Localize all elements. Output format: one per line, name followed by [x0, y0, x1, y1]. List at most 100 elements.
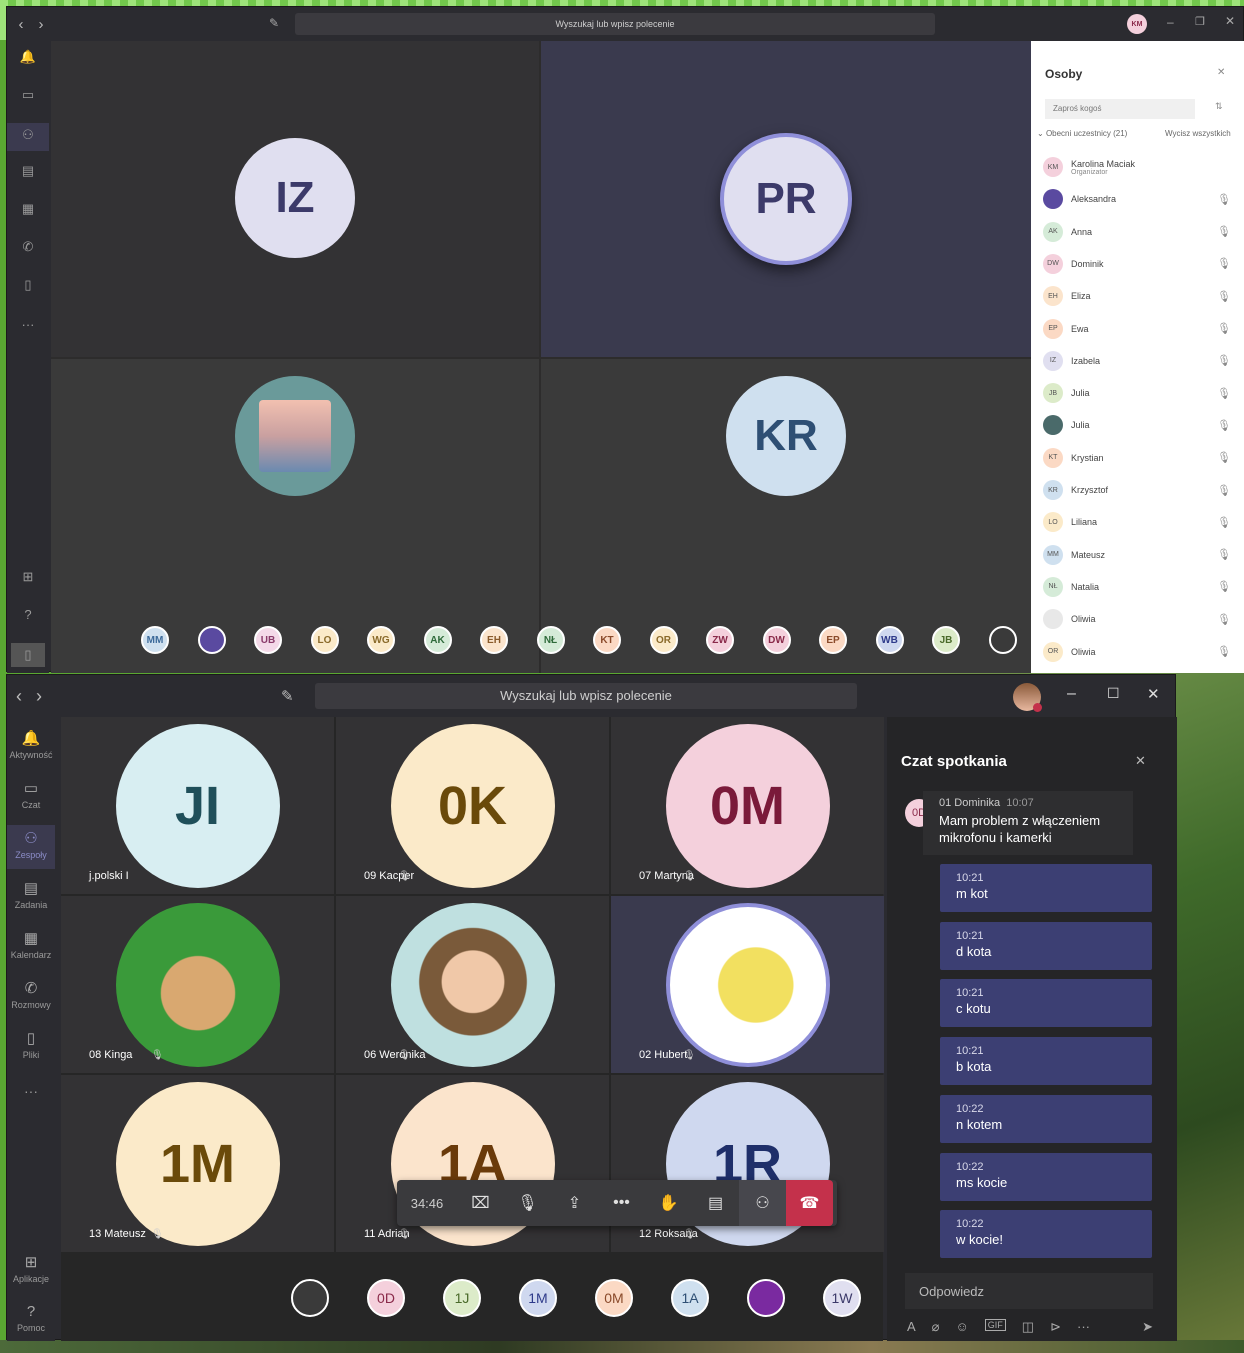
participant-tile-pr[interactable]: PR: [541, 41, 1031, 357]
participant-row[interactable]: NŁ Natalia 🎙: [1043, 573, 1231, 601]
help-icon[interactable]: ?: [7, 607, 49, 622]
rail-item-0[interactable]: 🔔 Aktywność: [7, 725, 55, 769]
close-icon[interactable]: ✕: [1225, 14, 1235, 28]
participant-tile[interactable]: 08 Kinga 🎙: [61, 896, 334, 1073]
strip-avatar[interactable]: 0M: [595, 1279, 633, 1317]
rail-item-5[interactable]: ✆ Rozmowy: [7, 975, 55, 1019]
rail-item-4[interactable]: ▦ Kalendarz: [7, 925, 55, 969]
participant-row[interactable]: Julia 🎙: [1043, 411, 1231, 439]
back-arrow-icon[interactable]: ‹: [9, 686, 29, 707]
muted-mic-icon[interactable]: 🎙: [1217, 613, 1231, 626]
strip-avatar[interactable]: [197, 626, 226, 654]
strip-avatar[interactable]: [291, 1279, 329, 1317]
assignments-icon[interactable]: ▤: [7, 163, 49, 179]
activity-icon[interactable]: 🔔: [7, 49, 49, 65]
sticker-icon[interactable]: ◫: [1022, 1319, 1034, 1337]
muted-mic-icon[interactable]: 🎙: [1217, 484, 1231, 497]
muted-mic-icon[interactable]: 🎙: [1217, 548, 1231, 561]
hang-up-button[interactable]: ☎: [786, 1180, 833, 1226]
participant-tile[interactable]: 0K 09 Kacper 🎙: [336, 717, 609, 894]
participant-row[interactable]: IZ Izabela 🎙: [1043, 347, 1231, 375]
maximize-icon[interactable]: ☐: [1107, 685, 1120, 702]
rail-item-8[interactable]: ? Pomoc: [7, 1299, 55, 1343]
participant-row[interactable]: DW Dominik 🎙: [1043, 250, 1231, 278]
strip-avatar[interactable]: EH: [480, 626, 508, 654]
participants-section-header[interactable]: ⌄ Obecni uczestnicy (21): [1037, 129, 1127, 138]
participant-tile[interactable]: JI j.polski I: [61, 717, 334, 894]
participant-row[interactable]: EH Eliza 🎙: [1043, 282, 1231, 310]
more-icon[interactable]: ···: [7, 317, 49, 332]
device-icon[interactable]: ▯: [11, 643, 45, 667]
calendar-icon[interactable]: ▦: [7, 201, 49, 217]
muted-mic-icon[interactable]: 🎙: [1217, 322, 1231, 335]
close-icon[interactable]: ✕: [1147, 685, 1160, 703]
format-icon[interactable]: A: [907, 1319, 916, 1337]
chat-toggle-icon[interactable]: ▤: [692, 1180, 739, 1226]
share-screen-icon[interactable]: ⇪: [551, 1180, 598, 1226]
muted-mic-icon[interactable]: 🎙: [1217, 419, 1231, 432]
praise-icon[interactable]: ⊳: [1050, 1319, 1061, 1337]
strip-avatar[interactable]: NŁ: [536, 626, 565, 654]
participant-row[interactable]: AK Anna 🎙: [1043, 218, 1231, 246]
muted-mic-icon[interactable]: 🎙: [1217, 193, 1231, 206]
camera-off-icon[interactable]: ⌧: [457, 1180, 504, 1226]
invite-input[interactable]: Zaproś kogoś: [1045, 99, 1195, 119]
muted-mic-icon[interactable]: 🎙: [1217, 516, 1231, 529]
participant-row[interactable]: JB Julia 🎙: [1043, 379, 1231, 407]
strip-avatar[interactable]: WG: [367, 626, 395, 654]
participant-tile-kr[interactable]: KR: [541, 359, 1031, 673]
back-arrow-icon[interactable]: ‹: [11, 16, 31, 33]
more-icon[interactable]: ···: [7, 1083, 55, 1099]
strip-avatar[interactable]: 1A: [671, 1279, 709, 1317]
minimize-icon[interactable]: –: [1167, 15, 1174, 29]
strip-avatar[interactable]: [988, 626, 1017, 654]
participant-row[interactable]: MM Mateusz 🎙: [1043, 541, 1231, 569]
participant-row[interactable]: EP Ewa 🎙: [1043, 315, 1231, 343]
strip-avatar[interactable]: LO: [310, 626, 339, 654]
raise-hand-icon[interactable]: ✋: [645, 1180, 692, 1226]
emoji-icon[interactable]: ☺: [956, 1319, 969, 1337]
strip-avatar[interactable]: OR: [649, 626, 678, 654]
participant-tile[interactable]: 02 Hubert 🎙: [611, 896, 884, 1073]
strip-avatar[interactable]: [747, 1279, 785, 1317]
files-icon[interactable]: ▯: [7, 277, 49, 293]
calls-icon[interactable]: ✆: [7, 239, 49, 255]
mute-all-button[interactable]: Wycisz wszystkich: [1165, 129, 1231, 138]
gif-icon[interactable]: GIF: [984, 1319, 1006, 1331]
muted-mic-icon[interactable]: 🎙: [1217, 257, 1231, 270]
strip-avatar[interactable]: JB: [932, 626, 960, 654]
participant-tile-image[interactable]: [51, 359, 539, 673]
participant-tile-iz[interactable]: IZ: [51, 41, 539, 357]
teams-icon[interactable]: ⚇: [7, 123, 49, 151]
apps-icon[interactable]: ⊞: [7, 569, 49, 585]
participant-row[interactable]: KT Krystian 🎙: [1043, 444, 1231, 472]
strip-avatar[interactable]: 1J: [443, 1279, 481, 1317]
strip-avatar[interactable]: KT: [593, 626, 621, 654]
muted-mic-icon[interactable]: 🎙: [1217, 387, 1231, 400]
search-input[interactable]: Wyszukaj lub wpisz polecenie: [295, 13, 935, 35]
rail-item-7[interactable]: ⊞ Aplikacje: [7, 1249, 55, 1293]
forward-arrow-icon[interactable]: ›: [29, 686, 49, 707]
strip-avatar[interactable]: 1W: [823, 1279, 861, 1317]
strip-avatar[interactable]: DW: [762, 626, 791, 654]
strip-avatar[interactable]: EP: [819, 626, 847, 654]
muted-mic-icon[interactable]: 🎙: [1217, 225, 1231, 238]
muted-mic-icon[interactable]: 🎙: [1217, 451, 1231, 464]
muted-mic-icon[interactable]: 🎙: [1217, 354, 1231, 367]
participant-row[interactable]: Oliwia 🎙: [1043, 605, 1231, 633]
strip-avatar[interactable]: ZW: [706, 626, 734, 654]
strip-avatar[interactable]: AK: [423, 626, 452, 654]
chat-close-icon[interactable]: ✕: [1135, 753, 1146, 769]
more-icon[interactable]: ···: [1077, 1319, 1090, 1337]
send-icon[interactable]: ➤: [1142, 1319, 1153, 1337]
chat-icon[interactable]: ▭: [7, 87, 49, 103]
strip-avatar[interactable]: UB: [254, 626, 282, 654]
rail-item-1[interactable]: ▭ Czat: [7, 775, 55, 819]
strip-avatar[interactable]: 1M: [519, 1279, 557, 1317]
rail-item-3[interactable]: ▤ Zadania: [7, 875, 55, 919]
minimize-icon[interactable]: –: [1067, 685, 1076, 703]
strip-avatar[interactable]: WB: [875, 626, 904, 654]
profile-avatar[interactable]: KM: [1127, 14, 1147, 34]
participant-row[interactable]: KR Krzysztof 🎙: [1043, 476, 1231, 504]
participant-tile[interactable]: 0M 07 Martyna 🎙: [611, 717, 884, 894]
